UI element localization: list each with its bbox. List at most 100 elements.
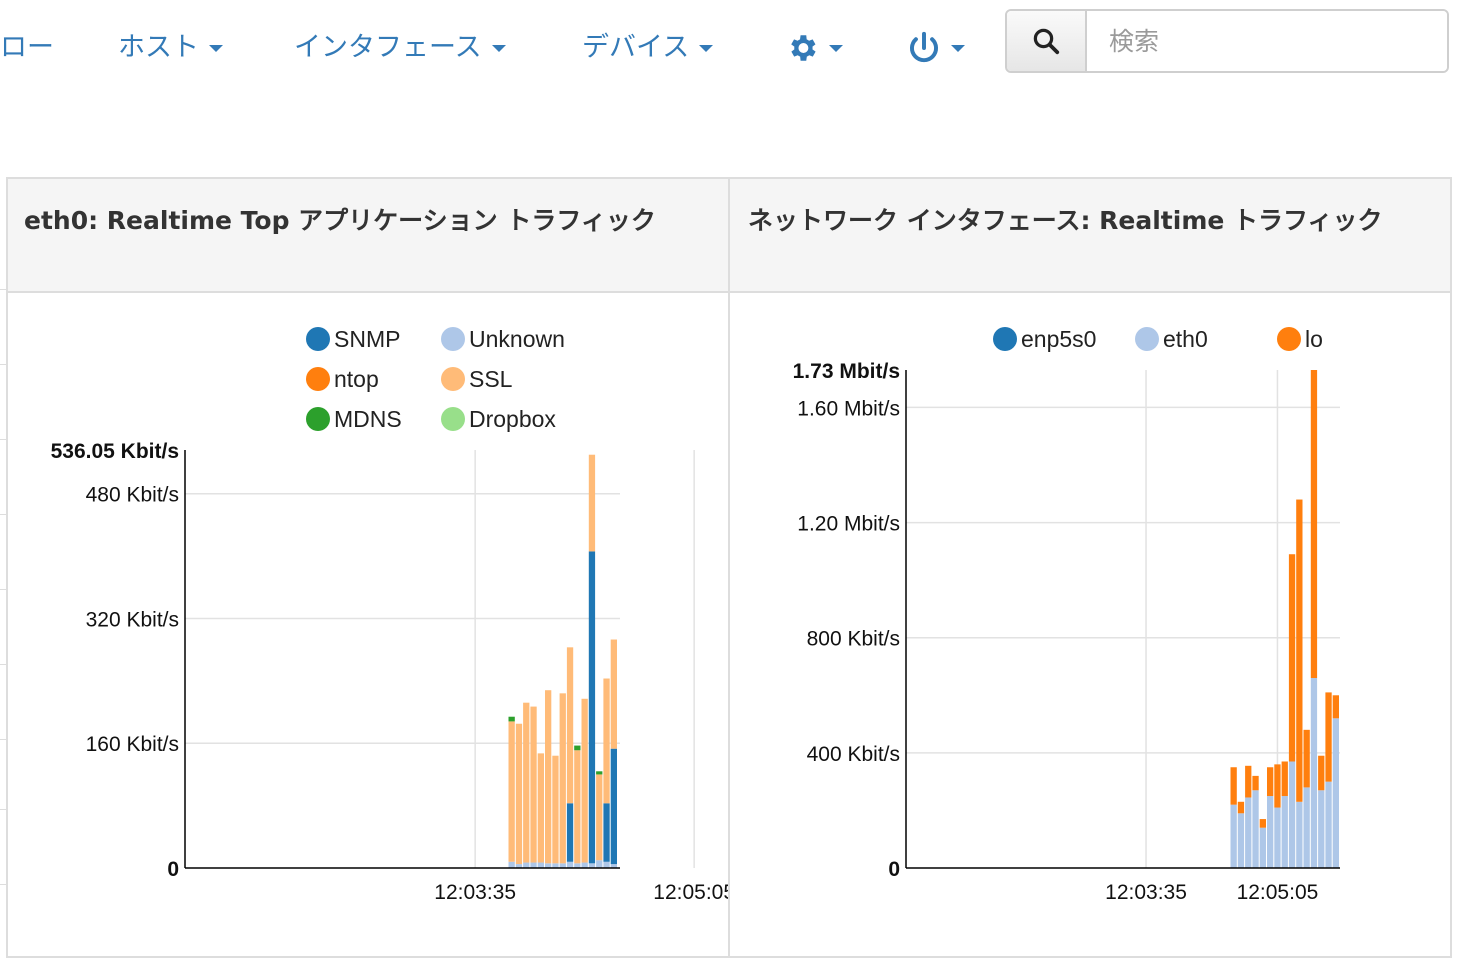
nav-item-devices[interactable]: デバイス xyxy=(582,28,714,68)
legend-label: ntop xyxy=(334,366,379,392)
nav-item-hosts[interactable]: ホスト xyxy=(118,28,223,68)
bar-segment-eth0 xyxy=(1310,678,1318,868)
nav-item-interfaces[interactable]: インタフェース xyxy=(294,28,506,68)
legend-swatch xyxy=(306,327,330,351)
bar-segment-ssl xyxy=(537,753,544,863)
legend-label: eth0 xyxy=(1163,326,1208,352)
legend-swatch xyxy=(306,407,330,431)
interfaces-panel: ネットワーク インタフェース: Realtime トラフィック enp5s0 et… xyxy=(728,177,1452,958)
legend-swatch xyxy=(306,367,330,391)
search-button[interactable] xyxy=(1007,11,1087,71)
legend-label: MDNS xyxy=(334,406,402,432)
nav-item-hosts-label: ホスト xyxy=(118,32,199,63)
bar-segment-eth0 xyxy=(1332,718,1339,868)
bar-segment-eth0 xyxy=(1296,801,1303,868)
x-tick-label: 12:05:05 xyxy=(1237,881,1319,904)
bar-segment-eth0 xyxy=(1274,807,1281,868)
bar-segment-unknown xyxy=(530,862,537,868)
search-input[interactable] xyxy=(1087,11,1447,71)
bar-segment-ssl xyxy=(530,706,537,863)
y-tick-label: 800 Kbit/s xyxy=(807,628,900,651)
legend-swatch xyxy=(441,327,465,351)
y-max-label: 536.05 Kbit/s xyxy=(51,440,179,463)
legend-label: enp5s0 xyxy=(1021,326,1096,352)
caret-down-icon xyxy=(209,44,223,52)
bar-segment-lo xyxy=(1237,801,1245,814)
bar-segment-ssl xyxy=(610,639,617,749)
bar-segment-lo xyxy=(1288,554,1296,762)
panel-title: ネットワーク インタフェース: Realtime トラフィック xyxy=(730,179,1450,293)
bar-segment-ssl xyxy=(552,755,559,864)
bar-segment-unknown xyxy=(566,861,574,868)
bar-segment-eth0 xyxy=(1252,790,1259,868)
y-tick-label: 400 Kbit/s xyxy=(807,743,900,766)
y-tick-label: 160 Kbit/s xyxy=(86,733,179,756)
bar-segment-eth0 xyxy=(1281,796,1288,868)
bar-segment-mdns xyxy=(508,716,515,722)
bar-segment-ssl xyxy=(523,702,530,863)
caret-down-icon xyxy=(699,44,714,52)
y-tick-label: 1.60 Mbit/s xyxy=(797,397,900,420)
nav-item-devices-label: デバイス xyxy=(582,32,690,63)
x-tick-label: 12:05:05 xyxy=(653,881,728,904)
bar-segment-ssl xyxy=(566,647,574,804)
bar-segment-ssl xyxy=(588,454,596,552)
y-tick-label: 480 Kbit/s xyxy=(86,484,179,507)
bar-segment-lo xyxy=(1245,765,1252,798)
bar-segment-ssl xyxy=(574,750,581,864)
bar-segment-ssl xyxy=(515,723,523,865)
bar-segment-unknown xyxy=(596,860,603,868)
bar-segment-snmp xyxy=(588,551,596,864)
bar-segment-unknown xyxy=(603,861,610,868)
bar-segment-ssl xyxy=(596,774,603,861)
bar-segment-eth0 xyxy=(1230,804,1237,868)
y-max-label: 1.73 Mbit/s xyxy=(793,360,900,383)
bar-segment-eth0 xyxy=(1237,813,1245,868)
legend-label: Dropbox xyxy=(469,406,556,432)
bar-segment-snmp xyxy=(566,803,574,862)
bar-segment-lo xyxy=(1267,767,1274,797)
x-tick-label: 12:03:35 xyxy=(434,881,516,904)
legend-swatch xyxy=(993,327,1017,351)
top-apps-panel: eth0: Realtime Top アプリケーション トラフィック SNMP U… xyxy=(6,177,735,958)
search-box xyxy=(1005,9,1449,73)
legend-swatch xyxy=(1277,327,1301,351)
nav-item-flows[interactable]: ロー xyxy=(0,28,54,68)
legend-swatch xyxy=(1135,327,1159,351)
bar-segment-lo xyxy=(1281,761,1288,797)
legend-swatch xyxy=(441,407,465,431)
bar-segment-eth0 xyxy=(1288,761,1296,868)
gear-icon xyxy=(791,35,816,61)
bar-segment-ssl xyxy=(603,678,610,804)
bar-segment-ssl xyxy=(545,690,552,864)
legend-swatch xyxy=(441,367,465,391)
search-icon xyxy=(1033,28,1060,55)
y-tick-label: 0 xyxy=(888,858,900,881)
caret-down-icon xyxy=(951,44,965,52)
bar-segment-mdns xyxy=(596,771,603,775)
x-tick-label: 12:03:35 xyxy=(1105,881,1187,904)
bar-segment-lo xyxy=(1310,370,1318,679)
bar-segment-lo xyxy=(1318,755,1325,791)
panel-title: eth0: Realtime Top アプリケーション トラフィック xyxy=(8,179,728,293)
bar-segment-eth0 xyxy=(1303,787,1310,868)
nav-item-power[interactable] xyxy=(907,28,965,68)
caret-down-icon xyxy=(491,44,506,52)
bar-segment-lo xyxy=(1296,499,1303,802)
bar-segment-unknown xyxy=(523,862,530,868)
y-tick-label: 320 Kbit/s xyxy=(86,608,179,631)
bar-segment-lo xyxy=(1259,819,1266,828)
y-tick-label: 1.20 Mbit/s xyxy=(797,513,900,536)
bar-segment-eth0 xyxy=(1325,781,1332,868)
power-icon xyxy=(910,31,938,63)
bar-segment-ssl xyxy=(581,698,588,863)
bar-segment-unknown xyxy=(537,862,544,868)
bar-segment-snmp xyxy=(603,803,610,862)
bar-segment-unknown xyxy=(581,862,588,868)
bar-segment-lo xyxy=(1252,775,1259,791)
bar-segment-mdns xyxy=(574,745,581,751)
bar-segment-lo xyxy=(1303,729,1310,788)
bar-segment-lo xyxy=(1230,767,1237,805)
nav-item-settings[interactable] xyxy=(785,28,843,68)
top-navbar: ロー ホスト インタフェース デバイス xyxy=(0,0,1457,100)
